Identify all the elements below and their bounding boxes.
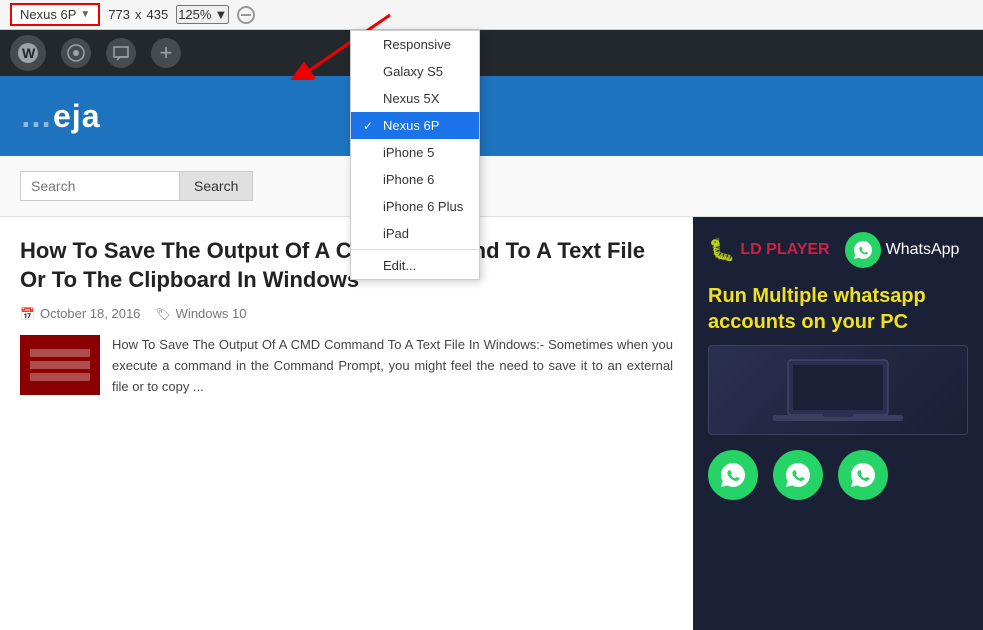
thumbnail-lines [30, 349, 90, 381]
height-value: 435 [146, 7, 168, 22]
device-dropdown-menu: Responsive Galaxy S5 Nexus 5X ✓ Nexus 6P… [350, 30, 480, 280]
article-category-text: Windows 10 [176, 306, 247, 321]
width-value: 773 [108, 7, 130, 22]
ldplayer-name: LD PLAYER [740, 241, 829, 259]
whatsapp-icon [845, 232, 881, 268]
dropdown-divider [351, 249, 479, 250]
article-date-text: October 18, 2016 [40, 306, 140, 321]
ldplayer-bug-icon: 🐛 [708, 237, 735, 263]
dropdown-item-iphone-6[interactable]: iPhone 6 [351, 166, 479, 193]
article-body: How To Save The Output Of A CMD Command … [20, 335, 673, 397]
check-icon [363, 259, 377, 273]
device-selector-button[interactable]: Nexus 6P ▼ [10, 3, 100, 26]
zoom-value: 125% [178, 7, 211, 22]
check-icon [363, 65, 377, 79]
dimensions-display: 773 x 435 [108, 7, 168, 22]
customize-icon[interactable] [61, 38, 91, 68]
wordpress-icon[interactable]: W [10, 35, 46, 71]
article-thumbnail [20, 335, 100, 395]
thumb-line [30, 373, 90, 381]
dropdown-item-iphone-5[interactable]: iPhone 5 [351, 139, 479, 166]
ad-content: 🐛 LD PLAYER WhatsApp Run Multiple whatsa… [693, 217, 983, 630]
whatsapp-bottom-icon-1 [708, 450, 758, 500]
whatsapp-bottom-icon-2 [773, 450, 823, 500]
check-icon [363, 38, 377, 52]
check-icon [363, 227, 377, 241]
x-separator: x [135, 7, 142, 22]
article-excerpt: How To Save The Output Of A CMD Command … [112, 335, 673, 397]
dropdown-item-responsive[interactable]: Responsive [351, 31, 479, 58]
check-icon [363, 173, 377, 187]
search-input[interactable] [20, 171, 180, 201]
dropdown-item-edit[interactable]: Edit... [351, 252, 479, 279]
check-icon [363, 200, 377, 214]
dropdown-item-label: Galaxy S5 [383, 64, 443, 79]
dropdown-item-label: Responsive [383, 37, 451, 52]
whatsapp-logo: WhatsApp [845, 232, 960, 268]
top-toolbar: Nexus 6P ▼ 773 x 435 125% ▼ [0, 0, 983, 30]
ad-logos: 🐛 LD PLAYER WhatsApp [708, 232, 968, 268]
ldplayer-logo: 🐛 LD PLAYER [708, 237, 830, 263]
search-bar: Search [0, 156, 983, 217]
no-entry-icon [237, 6, 255, 24]
dropdown-item-galaxy-s5[interactable]: Galaxy S5 [351, 58, 479, 85]
wp-admin-bar: W + [0, 30, 983, 76]
article-category: 🏷 Windows 10 [155, 306, 246, 321]
calendar-icon: 📅 [20, 307, 35, 321]
dropdown-item-nexus-6p[interactable]: ✓ Nexus 6P [351, 112, 479, 139]
check-icon [363, 92, 377, 106]
zoom-arrow: ▼ [214, 7, 227, 22]
dropdown-item-label: Edit... [383, 258, 416, 273]
ad-laptop-image [708, 345, 968, 435]
whatsapp-label: WhatsApp [886, 241, 960, 259]
ad-tagline: Run Multiple whatsapp accounts on your P… [708, 283, 968, 335]
thumb-line [30, 361, 90, 369]
check-icon [363, 146, 377, 160]
check-icon-selected: ✓ [363, 119, 377, 133]
add-new-icon[interactable]: + [151, 38, 181, 68]
whatsapp-bottom-icon-3 [838, 450, 888, 500]
dropdown-arrow: ▼ [80, 9, 90, 20]
dropdown-item-ipad[interactable]: iPad [351, 220, 479, 247]
dropdown-item-iphone-6-plus[interactable]: iPhone 6 Plus [351, 193, 479, 220]
device-selector-label: Nexus 6P [20, 7, 76, 22]
feedback-icon[interactable] [106, 38, 136, 68]
plus-icon: + [160, 42, 173, 64]
article-date: 📅 October 18, 2016 [20, 306, 140, 321]
main-content: How To Save The Output Of A CMD Command … [0, 217, 983, 630]
tag-icon: 🏷 [155, 307, 170, 321]
dropdown-item-nexus-5x[interactable]: Nexus 5X [351, 85, 479, 112]
dropdown-item-label: Nexus 5X [383, 91, 439, 106]
content-right-ad: 🐛 LD PLAYER WhatsApp Run Multiple whatsa… [693, 217, 983, 630]
zoom-button[interactable]: 125% ▼ [176, 5, 229, 24]
search-button[interactable]: Search [180, 171, 253, 201]
article-title: How To Save The Output Of A CMD Command … [20, 237, 673, 294]
dropdown-item-label: iPhone 6 [383, 172, 434, 187]
dropdown-item-label: Nexus 6P [383, 118, 439, 133]
dropdown-item-label: iPad [383, 226, 409, 241]
ad-bottom-icons [708, 450, 968, 500]
content-left: How To Save The Output Of A CMD Command … [0, 217, 693, 630]
site-title: …eja [20, 98, 100, 135]
site-header: …eja [0, 76, 983, 156]
article-meta: 📅 October 18, 2016 🏷 Windows 10 [20, 306, 673, 321]
dropdown-item-label: iPhone 5 [383, 145, 434, 160]
svg-text:W: W [22, 45, 36, 61]
thumb-line [30, 349, 90, 357]
dropdown-item-label: iPhone 6 Plus [383, 199, 463, 214]
